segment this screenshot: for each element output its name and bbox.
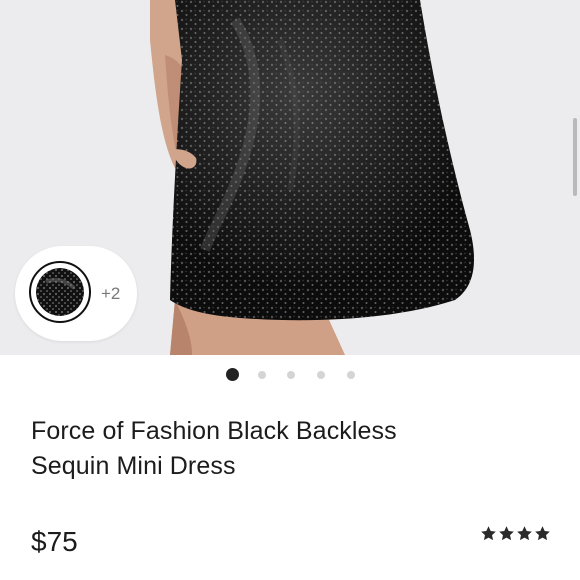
product-title: Force of Fashion Black Backless Sequin M… (31, 414, 531, 484)
product-price: $75 (31, 526, 78, 557)
pagination-dot-2[interactable] (258, 371, 266, 379)
more-colors-count[interactable]: +2 (101, 284, 120, 304)
product-screen: +2 Force of Fashion Black Backless Sequi… (0, 0, 580, 580)
star-icon (535, 526, 550, 541)
scrollbar[interactable] (573, 118, 577, 196)
star-icon (499, 526, 514, 541)
color-swatch-icon (36, 268, 84, 316)
product-title-line-1: Force of Fashion Black Backless (31, 417, 397, 445)
pagination-dot-4[interactable] (317, 371, 325, 379)
color-selector[interactable]: +2 (15, 246, 137, 341)
pagination-dot-3[interactable] (287, 371, 295, 379)
image-pagination (0, 368, 580, 382)
star-icon (481, 526, 496, 541)
pagination-dot-1[interactable] (226, 368, 239, 381)
product-title-line-2: Sequin Mini Dress (31, 452, 236, 480)
color-swatch-selected[interactable] (29, 261, 91, 323)
star-icon (517, 526, 532, 541)
rating-stars (480, 525, 551, 547)
product-image[interactable]: +2 (0, 0, 580, 355)
pagination-dot-5[interactable] (347, 371, 355, 379)
